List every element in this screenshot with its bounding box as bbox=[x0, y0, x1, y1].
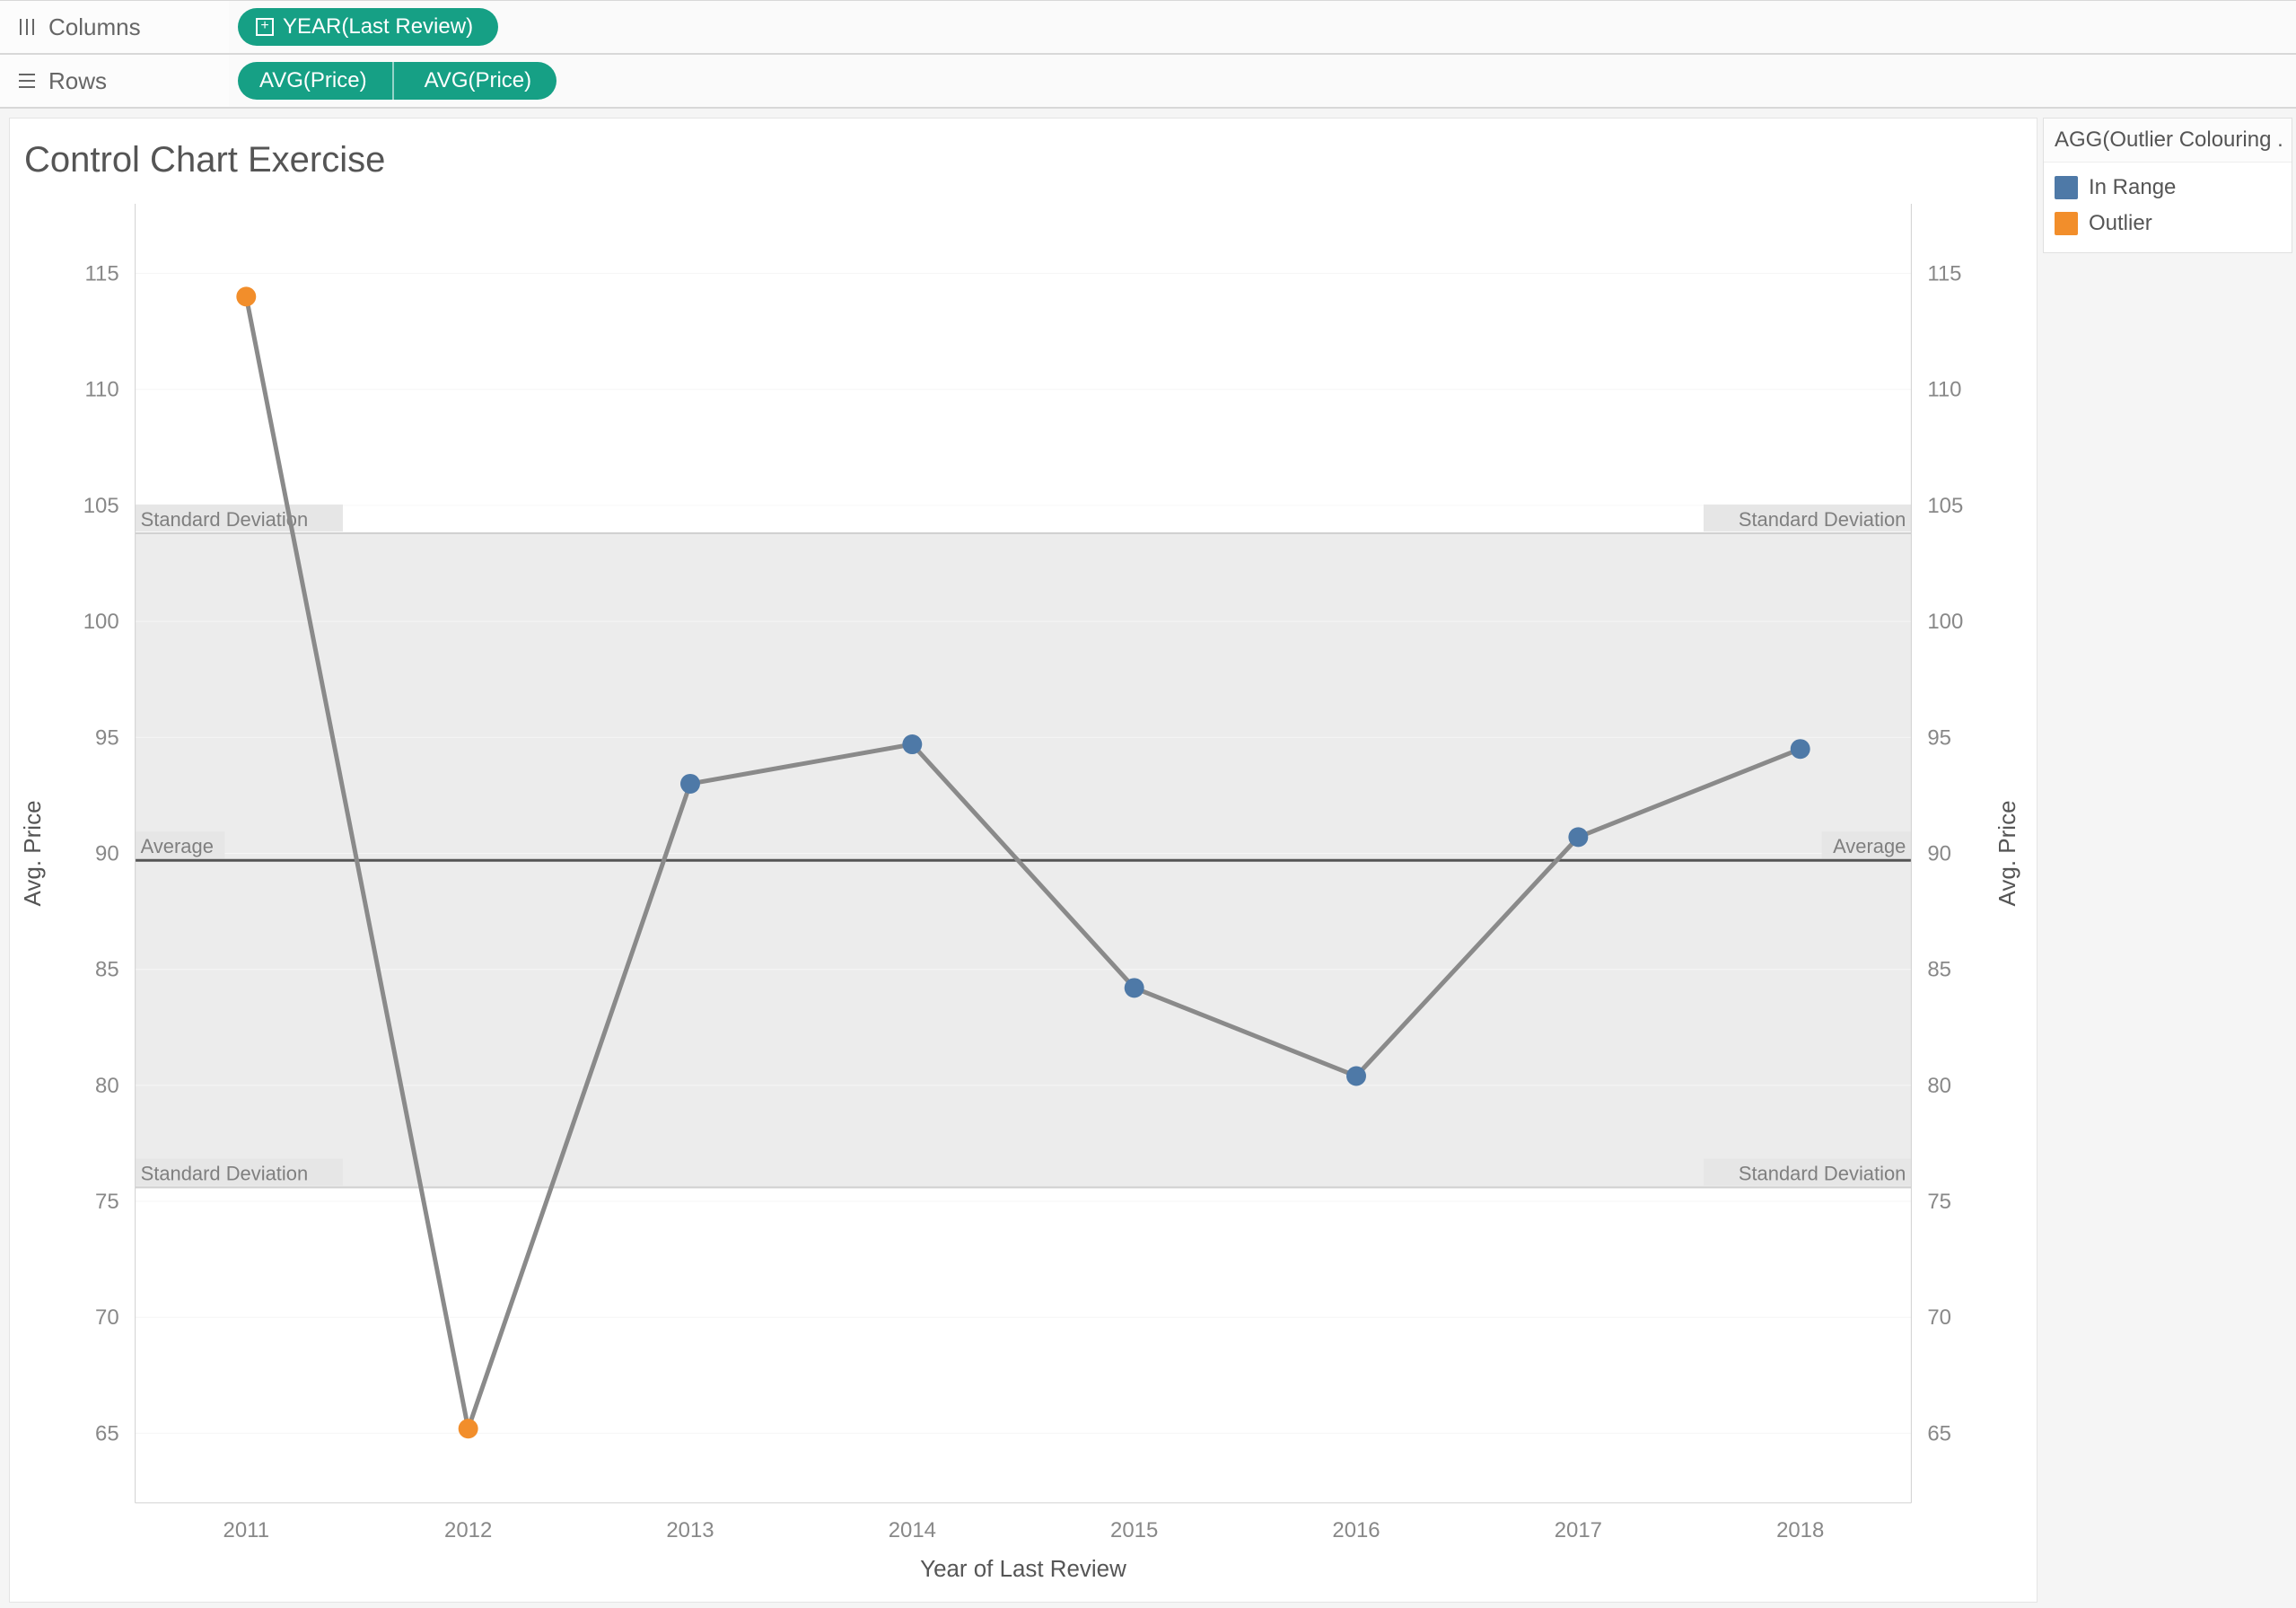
y-tick-left: 80 bbox=[95, 1074, 119, 1098]
chart-panel: Control Chart Exercise 65 65 70 70 75 75 80 80 8… bbox=[9, 118, 2037, 1603]
legend-swatch bbox=[2055, 212, 2078, 235]
x-tick: 2013 bbox=[666, 1518, 714, 1542]
legend-item-label: Outlier bbox=[2089, 211, 2152, 236]
y-tick-right: 85 bbox=[1927, 958, 1951, 982]
x-tick: 2017 bbox=[1555, 1518, 1602, 1542]
y-tick-right: 70 bbox=[1927, 1305, 1951, 1330]
x-tick: 2018 bbox=[1776, 1518, 1824, 1542]
y-tick-right: 100 bbox=[1927, 610, 1963, 634]
row-pill-seg-a[interactable]: AVG(Price) bbox=[238, 62, 394, 100]
rows-label-text: Rows bbox=[48, 67, 107, 95]
data-point[interactable] bbox=[1791, 739, 1810, 759]
row-pill-seg-b[interactable]: AVG(Price) bbox=[403, 62, 557, 100]
y-tick-right: 90 bbox=[1927, 841, 1951, 866]
y-tick-left: 100 bbox=[83, 610, 119, 634]
row-pill-avg-price[interactable]: AVG(Price) AVG(Price) bbox=[238, 62, 556, 100]
sd-lower-label-left: Standard Deviation bbox=[141, 1162, 309, 1184]
data-point[interactable] bbox=[1568, 827, 1588, 847]
y-tick-right: 110 bbox=[1927, 378, 1961, 402]
x-tick: 2014 bbox=[889, 1518, 936, 1542]
y-tick-left: 95 bbox=[95, 725, 119, 750]
average-label-left: Average bbox=[141, 835, 214, 857]
y-tick-right: 75 bbox=[1927, 1190, 1951, 1214]
rows-shelf-label: Rows bbox=[0, 55, 229, 107]
x-tick: 2016 bbox=[1332, 1518, 1380, 1542]
data-point[interactable] bbox=[1125, 978, 1144, 997]
sd-upper-label-left: Standard Deviation bbox=[141, 508, 309, 531]
y-tick-left: 105 bbox=[83, 494, 119, 518]
rows-shelf[interactable]: Rows AVG(Price) AVG(Price) bbox=[0, 54, 2296, 108]
y-tick-left: 75 bbox=[95, 1190, 119, 1214]
y-tick-left: 65 bbox=[95, 1421, 119, 1445]
y-tick-left: 70 bbox=[95, 1305, 119, 1330]
y-tick-right: 65 bbox=[1927, 1421, 1951, 1445]
legend-item-label: In Range bbox=[2089, 175, 2176, 200]
y-tick-right: 105 bbox=[1927, 494, 1963, 518]
legend-panel: AGG(Outlier Colouring . In Range Outlier bbox=[2043, 118, 2292, 1603]
data-point[interactable] bbox=[680, 774, 700, 794]
y-tick-right: 115 bbox=[1927, 261, 1961, 286]
data-point[interactable] bbox=[459, 1419, 478, 1438]
legend-card: AGG(Outlier Colouring . In Range Outlier bbox=[2043, 118, 2292, 253]
data-point[interactable] bbox=[902, 734, 922, 754]
chart-title: Control Chart Exercise bbox=[10, 119, 2037, 186]
x-tick: 2011 bbox=[223, 1518, 269, 1542]
sd-lower-label-right: Standard Deviation bbox=[1739, 1162, 1906, 1184]
columns-label-text: Columns bbox=[48, 13, 141, 41]
legend-item[interactable]: In Range bbox=[2055, 170, 2281, 206]
y-axis-label-left: Avg. Price bbox=[19, 800, 46, 906]
columns-shelf[interactable]: Columns + YEAR(Last Review) bbox=[0, 0, 2296, 54]
columns-shelf-label: Columns bbox=[0, 1, 229, 53]
legend-swatch bbox=[2055, 176, 2078, 199]
data-point[interactable] bbox=[1346, 1067, 1366, 1086]
columns-fields[interactable]: + YEAR(Last Review) bbox=[229, 1, 2296, 53]
legend-title[interactable]: AGG(Outlier Colouring . bbox=[2044, 119, 2292, 163]
x-axis-label: Year of Last Review bbox=[920, 1555, 1126, 1582]
sd-upper-label-right: Standard Deviation bbox=[1739, 508, 1906, 531]
legend-items: In Range Outlier bbox=[2044, 163, 2292, 252]
expand-icon[interactable]: + bbox=[256, 18, 274, 36]
shelves: Columns + YEAR(Last Review) Rows AVG(Pri… bbox=[0, 0, 2296, 109]
chart-canvas[interactable]: 65 65 70 70 75 75 80 80 85 85 90 90 95 95 100 100 105 105… bbox=[10, 186, 2037, 1602]
y-tick-left: 110 bbox=[85, 378, 119, 402]
x-tick: 2015 bbox=[1110, 1518, 1158, 1542]
y-tick-right: 95 bbox=[1927, 725, 1951, 750]
y-tick-left: 115 bbox=[85, 261, 119, 286]
rows-fields[interactable]: AVG(Price) AVG(Price) bbox=[229, 55, 2296, 107]
y-tick-left: 85 bbox=[95, 958, 119, 982]
legend-item[interactable]: Outlier bbox=[2055, 206, 2281, 242]
rows-icon bbox=[16, 70, 38, 92]
column-pill-text: YEAR(Last Review) bbox=[283, 14, 473, 40]
y-tick-right: 80 bbox=[1927, 1074, 1951, 1098]
x-tick: 2012 bbox=[444, 1518, 492, 1542]
y-axis-label-right: Avg. Price bbox=[1994, 800, 2020, 906]
main-area: Control Chart Exercise 65 65 70 70 75 75 80 80 8… bbox=[0, 109, 2296, 1608]
column-pill-year[interactable]: + YEAR(Last Review) bbox=[238, 8, 498, 46]
y-tick-left: 90 bbox=[95, 841, 119, 866]
data-point[interactable] bbox=[236, 286, 256, 306]
columns-icon bbox=[16, 16, 38, 38]
average-label-right: Average bbox=[1833, 835, 1906, 857]
